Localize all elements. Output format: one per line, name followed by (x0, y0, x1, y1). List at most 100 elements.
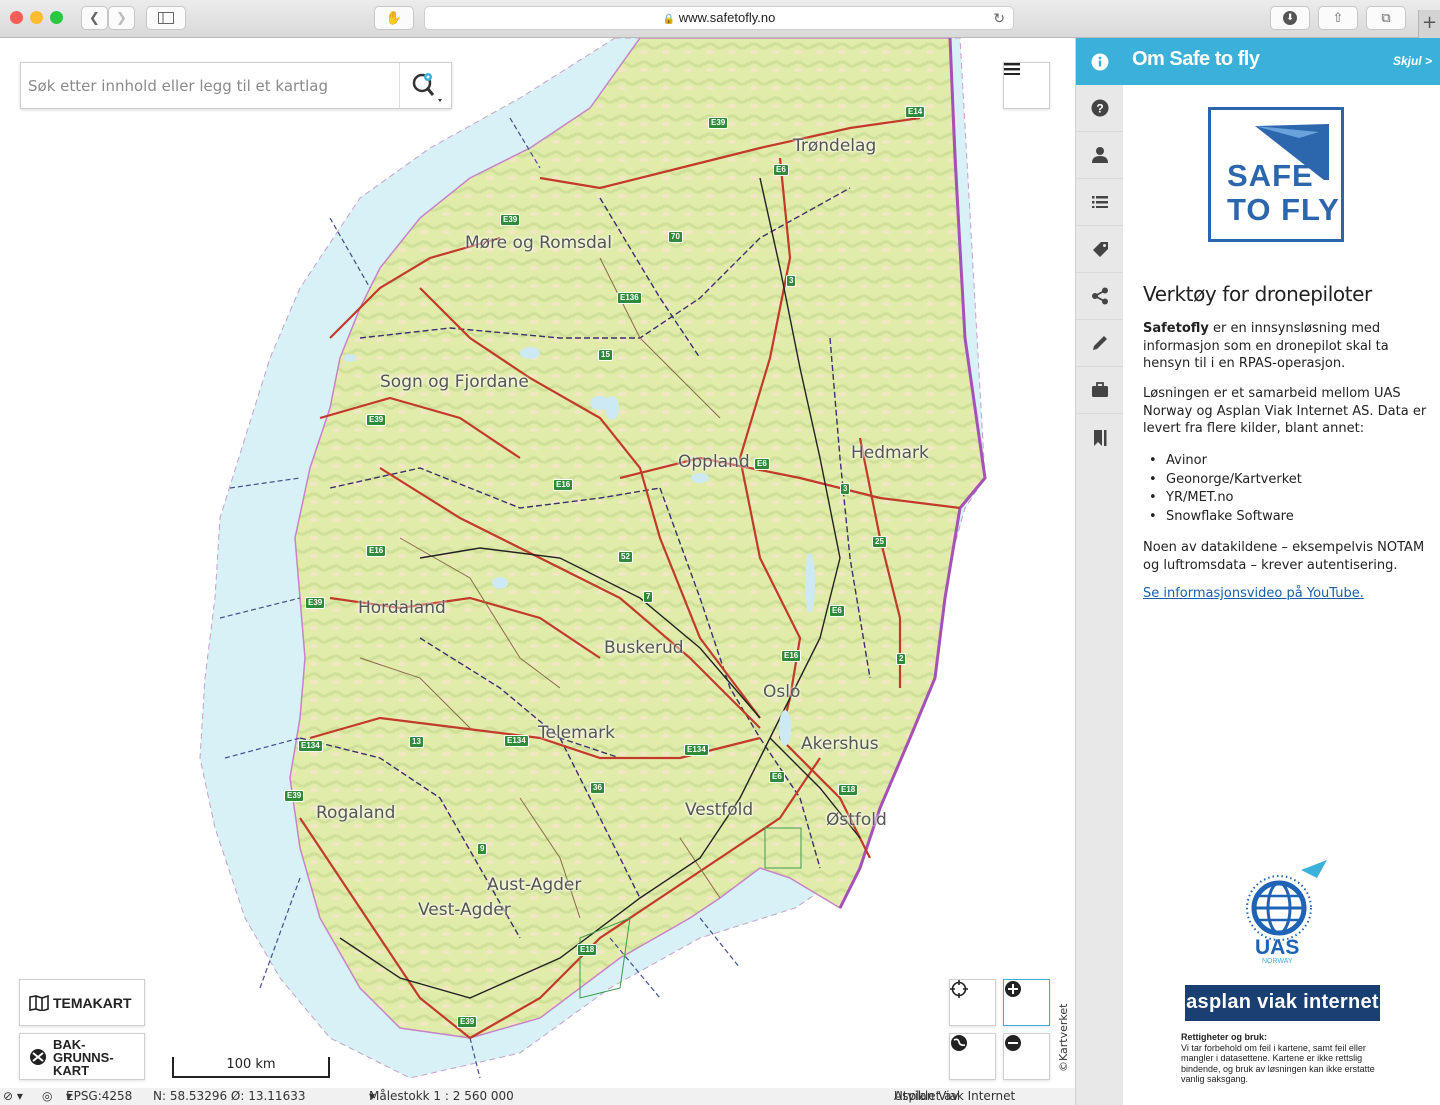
road-sign: 3 (840, 483, 851, 495)
scale-bar: 100 km (172, 1057, 330, 1078)
rail-tools-button[interactable] (1076, 367, 1124, 414)
road-sign: E6 (769, 771, 785, 783)
basemap-icon (30, 1049, 46, 1065)
rights-text: Rettigheter og bruk: Vi tar forbehold om … (1181, 1032, 1386, 1085)
search-layers-button[interactable] (399, 63, 451, 108)
map-label-rogaland: Rogaland (316, 803, 396, 823)
rights-body: Vi tar forbehold om feil i kartene, samt… (1181, 1042, 1375, 1085)
copyright-text: ©Kartverket (1057, 1003, 1070, 1072)
reload-icon[interactable]: ↻ (993, 7, 1005, 29)
zoom-in-button[interactable] (1003, 979, 1050, 1026)
road-sign: 36 (590, 782, 605, 794)
crosshair-icon (950, 980, 968, 998)
search-input[interactable] (21, 63, 401, 108)
auth-paragraph: Noen av datakildene – eksempelvis NOTAM … (1143, 540, 1425, 573)
list-item: YR/MET.no (1149, 489, 1302, 508)
forward-button[interactable]: ❯ (108, 6, 135, 30)
share-nodes-icon (1092, 287, 1108, 305)
asplan-viak-logo: asplan viak internet (1185, 985, 1380, 1021)
scale-value: Målestokk 1 : 2 560 000 (369, 1089, 514, 1103)
map-label-aust-agder: Aust-Agder (487, 875, 582, 895)
list-icon (1092, 196, 1108, 208)
rail-tag-button[interactable] (1076, 226, 1124, 273)
svg-text:?: ? (1096, 102, 1103, 116)
rail-draw-button[interactable] (1076, 320, 1124, 367)
menu-button[interactable] (1003, 62, 1050, 109)
minimize-window-icon[interactable] (30, 11, 43, 24)
safe-to-fly-logo: SAFE TO FLY (1208, 107, 1344, 242)
no-entry-icon[interactable]: ⊘ ▾ (3, 1088, 23, 1105)
zoom-window-icon[interactable] (50, 11, 63, 24)
rail-list-button[interactable] (1076, 179, 1124, 226)
tag-icon (1093, 242, 1108, 257)
bookmark-icon (1094, 429, 1107, 446)
briefcase-icon (1092, 382, 1108, 397)
developed-by: Utviklet av Asplan Viak Internet (894, 1088, 1015, 1105)
road-sign: E134 (504, 735, 529, 747)
hide-panel-link[interactable]: Skjul > (1393, 54, 1432, 68)
bakgrunnskart-button[interactable]: BAK-GRUNNS-KART (19, 1033, 145, 1080)
new-tab-button[interactable]: + (1418, 10, 1440, 38)
sidebar-icon (158, 12, 174, 24)
zoom-out-button[interactable] (1003, 1033, 1050, 1080)
coordinates: N: 58.53296 Ø: 13.11633 (153, 1089, 306, 1103)
extension-button[interactable]: ✋ (374, 6, 414, 30)
rail-user-button[interactable] (1076, 132, 1124, 179)
share-icon: ⇧ (1332, 10, 1344, 26)
rail-bookmark-button[interactable] (1076, 414, 1124, 461)
map-label-hordaland: Hordaland (358, 598, 446, 618)
minus-icon (1005, 1035, 1021, 1051)
locate-button[interactable] (949, 979, 996, 1026)
road-sign: E16 (781, 650, 802, 662)
map-canvas[interactable]: E39 E14 E6 E39 70 E136 3 15 E39 E6 E16 3… (0, 38, 1075, 1088)
share-button[interactable]: ⇧ (1318, 6, 1358, 30)
hamburger-icon (1004, 63, 1020, 75)
projection-select[interactable]: EPSG:4258 ▾ (66, 1088, 132, 1105)
rail-help-button[interactable]: ? (1076, 85, 1124, 132)
chevron-left-icon: ❮ (89, 10, 100, 26)
hand-icon: ✋ (385, 10, 403, 26)
uas-text: UAS (1255, 936, 1300, 959)
address-bar[interactable]: 🔒 www.safetofly.no ↻ (424, 6, 1014, 30)
side-rail: ? (1075, 38, 1124, 1105)
rights-title: Rettigheter og bruk: (1181, 1032, 1268, 1042)
road-sign: E18 (577, 944, 598, 956)
sidebar-toggle-button[interactable] (146, 6, 186, 30)
road-sign: E39 (305, 597, 326, 609)
road-sign: E6 (829, 605, 845, 617)
road-sign: 7 (643, 591, 654, 603)
rail-share-button[interactable] (1076, 273, 1124, 320)
back-button[interactable]: ❮ (81, 6, 108, 30)
temakart-button[interactable]: TEMAKART (19, 979, 145, 1026)
developed-prefix: Utviklet av (894, 1089, 959, 1103)
road-sign: 9 (477, 843, 488, 855)
road-sign: 3 (786, 275, 797, 287)
info-panel: Om Safe to fly Skjul > SAFE TO FLY Verkt… (1123, 38, 1440, 1105)
road-sign: E6 (754, 458, 770, 470)
road-sign: E136 (617, 292, 642, 304)
pencil-icon (1093, 336, 1107, 350)
close-window-icon[interactable] (10, 11, 23, 24)
tabs-button[interactable]: ⧉ (1366, 6, 1406, 30)
lock-icon: 🔒 (662, 14, 676, 25)
downloads-button[interactable]: ⬇ (1270, 6, 1310, 30)
road-sign: E6 (773, 164, 789, 176)
road-sign: E14 (905, 106, 926, 118)
road-sign: E39 (284, 790, 305, 802)
search-gear-icon (412, 73, 442, 102)
tabs-icon: ⧉ (1381, 10, 1391, 26)
road-sign: 70 (668, 231, 683, 243)
map-label-oppland: Oppland (678, 452, 750, 472)
road-sign: E16 (366, 545, 387, 557)
search-box (20, 62, 452, 109)
scale-select[interactable]: Målestokk 1 : 2 560 000 ▾ (369, 1088, 514, 1105)
youtube-link[interactable]: Se informasjonsvideo på YouTube. (1143, 586, 1364, 601)
map-label-vestfold: Vestfold (685, 800, 754, 820)
uas-sub-text: NORWAY (1262, 958, 1293, 965)
collab-paragraph: Løsningen er et samarbeid mellom UAS Nor… (1143, 386, 1427, 436)
map-label-trondelag: Trøndelag (793, 136, 877, 156)
road-sign: E16 (553, 479, 574, 491)
rail-info-button[interactable] (1076, 38, 1124, 85)
sources-list: Avinor Geonorge/Kartverket YR/MET.no Sno… (1149, 452, 1302, 526)
globe-button[interactable] (949, 1033, 996, 1080)
